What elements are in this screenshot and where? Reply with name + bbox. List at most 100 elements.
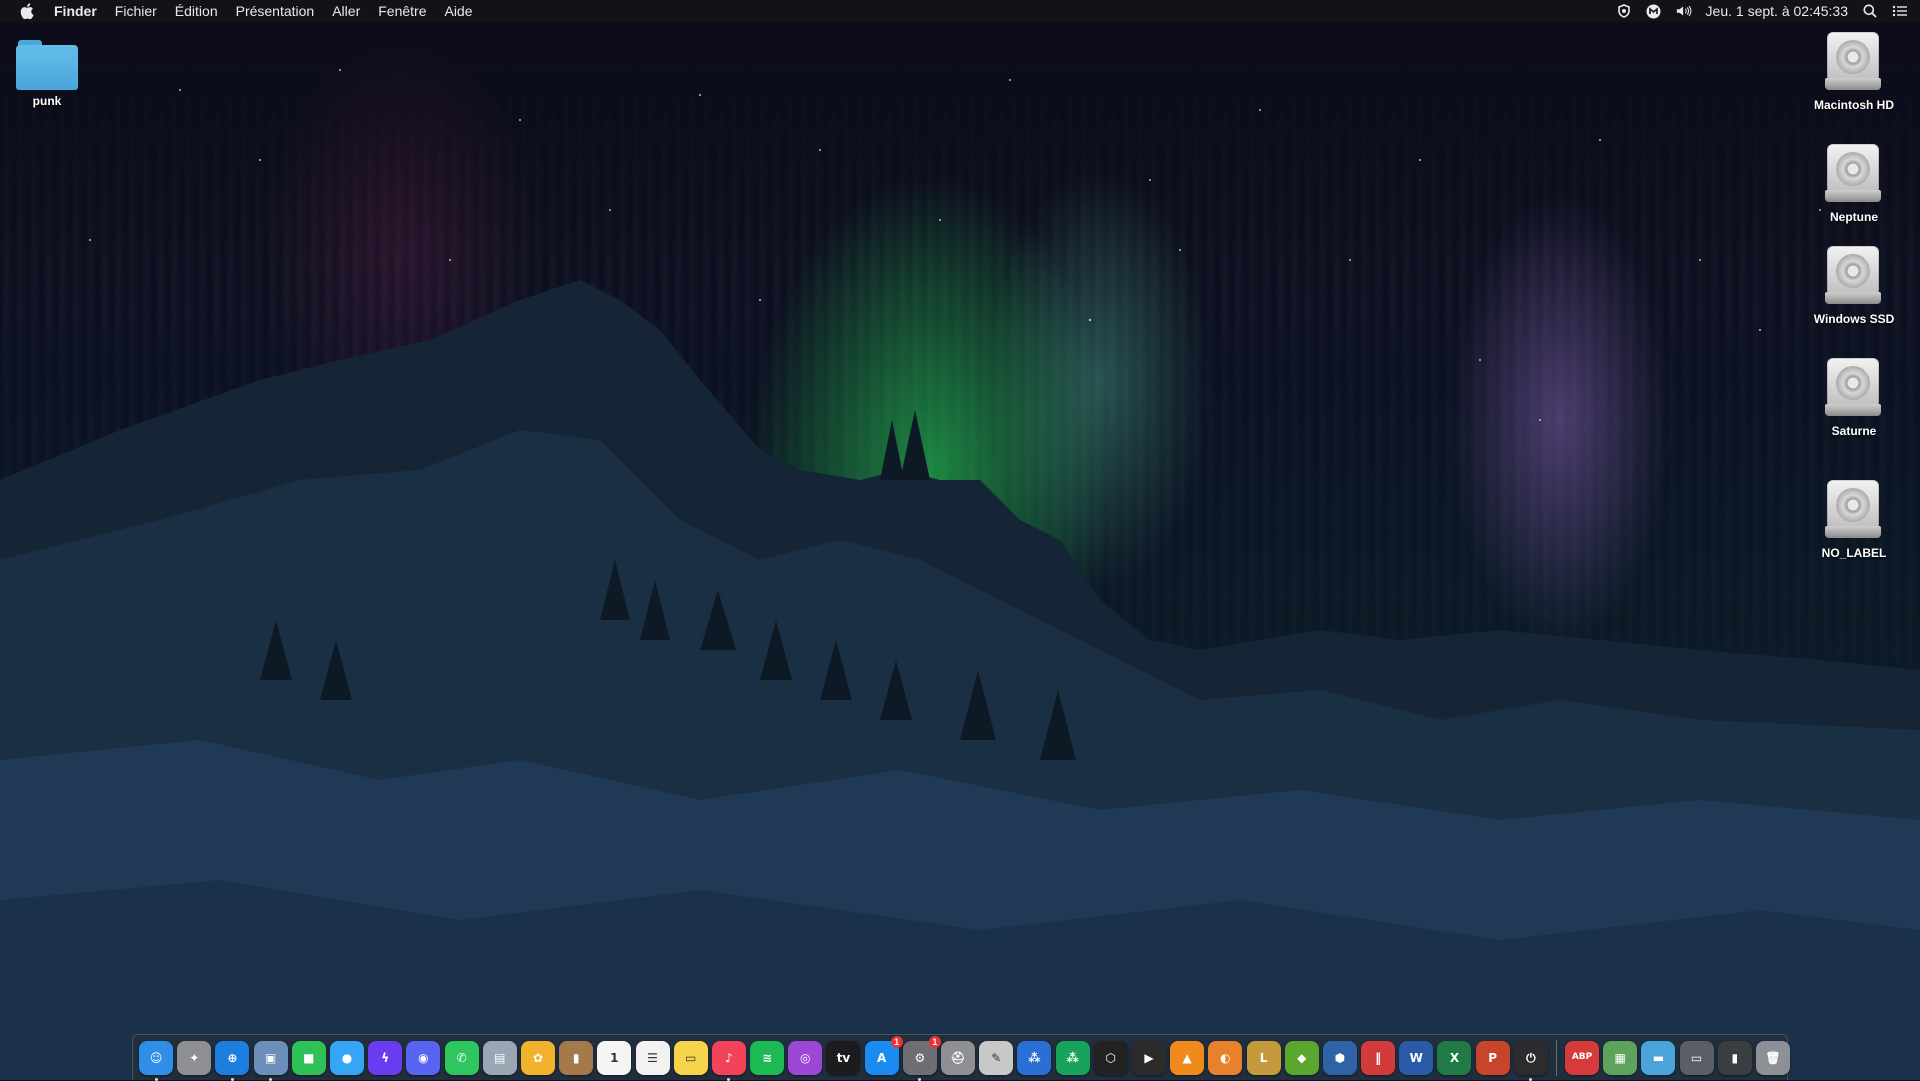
dock-glyph: ■ bbox=[303, 1050, 315, 1065]
dock-glyph: ⬢ bbox=[1334, 1050, 1346, 1065]
running-indicator bbox=[269, 1077, 273, 1081]
desktop-disk-saturne[interactable]: Saturne bbox=[1799, 358, 1909, 438]
dock-glyph: ⁂ bbox=[1066, 1050, 1079, 1065]
dock-glyph: W bbox=[1409, 1050, 1423, 1065]
menu-aller[interactable]: Aller bbox=[332, 3, 360, 19]
apple-menu-icon[interactable] bbox=[20, 3, 34, 19]
menu-app-finder[interactable]: Finder bbox=[54, 3, 97, 19]
dock-glyph: ☺ bbox=[149, 1050, 163, 1065]
dock-glyph: ◎ bbox=[800, 1050, 811, 1065]
dock-glyph: P bbox=[1488, 1050, 1498, 1065]
hard-drive-icon bbox=[1825, 480, 1883, 542]
dock-archive-utility-icon[interactable]: ▦ bbox=[1603, 1040, 1638, 1075]
dock-glyph: ✆ bbox=[456, 1050, 467, 1065]
dock-calendar-icon[interactable]: 1 bbox=[597, 1040, 632, 1075]
dock-glyph: ◆ bbox=[1297, 1050, 1307, 1065]
dock-preview-icon[interactable]: ▣ bbox=[253, 1040, 288, 1081]
desktop-disk-no-label[interactable]: NO_LABEL bbox=[1799, 480, 1909, 560]
dock-discord-icon[interactable]: ◉ bbox=[406, 1040, 441, 1075]
menu-aide[interactable]: Aide bbox=[444, 3, 472, 19]
dock-glyph: ▮ bbox=[1731, 1050, 1739, 1065]
dock-minecraft-icon[interactable]: ◆ bbox=[1284, 1040, 1319, 1075]
dock-apps-stack-icon[interactable]: ▮ bbox=[1717, 1040, 1752, 1075]
dock-script-editor-icon[interactable]: ✎ bbox=[979, 1040, 1014, 1075]
dock-reminders-icon[interactable]: ☰ bbox=[635, 1040, 670, 1075]
dock-glyph: 1 bbox=[610, 1050, 619, 1065]
dock-audio-app-blue-icon[interactable]: ⁂ bbox=[1017, 1040, 1052, 1075]
menu-fichier[interactable]: Fichier bbox=[115, 3, 157, 19]
desktop-icon-label: Saturne bbox=[1831, 424, 1877, 438]
dock-facetime-icon[interactable]: ■ bbox=[291, 1040, 326, 1075]
dock-glyph: 🗑 bbox=[1765, 1050, 1781, 1065]
menu-edition[interactable]: Édition bbox=[175, 3, 218, 19]
dock-glyph: X bbox=[1449, 1050, 1460, 1065]
dock-notes-icon[interactable]: ▭ bbox=[673, 1040, 708, 1075]
desktop-disk-macintosh-hd[interactable]: Macintosh HD bbox=[1799, 32, 1909, 112]
control-center-icon[interactable] bbox=[1892, 3, 1908, 19]
dock-virtualbox-icon[interactable]: ⬢ bbox=[1322, 1040, 1357, 1075]
notification-badge: 1 bbox=[928, 1035, 941, 1048]
dock-glyph: ◐ bbox=[1220, 1050, 1231, 1065]
desktop-folder-punk[interactable]: punk bbox=[0, 40, 102, 108]
mountain-landscape bbox=[0, 69, 1920, 1080]
dock-messenger-icon[interactable]: ϟ bbox=[368, 1040, 403, 1075]
malwarebytes-icon[interactable] bbox=[1646, 3, 1662, 19]
dock-vlc-icon[interactable]: ▲ bbox=[1170, 1040, 1205, 1075]
dock-overwatch-icon[interactable]: ◐ bbox=[1208, 1040, 1243, 1075]
dock-glyph: ⚙ bbox=[914, 1050, 926, 1065]
folder-icon bbox=[16, 40, 78, 90]
dock-glyph: ⊕ bbox=[227, 1050, 238, 1065]
dock-apple-tv-icon[interactable]: tv bbox=[826, 1040, 861, 1075]
dock-parallels-icon[interactable]: ‖ bbox=[1361, 1040, 1396, 1075]
dock-disk-utility-icon[interactable]: ⛑ bbox=[941, 1040, 976, 1075]
dock-adblock-plus-icon[interactable]: ABP bbox=[1565, 1040, 1600, 1075]
dock-excel-icon[interactable]: X bbox=[1437, 1040, 1472, 1075]
menu-fenetre[interactable]: Fenêtre bbox=[378, 3, 426, 19]
dock-glyph: ▬ bbox=[1652, 1050, 1665, 1065]
dock-music-icon[interactable]: ♪ bbox=[711, 1040, 746, 1081]
dock-glyph: ✦ bbox=[189, 1050, 200, 1065]
dock-glyph: ▲ bbox=[1182, 1050, 1192, 1065]
dock-spotify-icon[interactable]: ≋ bbox=[750, 1040, 785, 1075]
menu-presentation[interactable]: Présentation bbox=[236, 3, 315, 19]
dock-trash-icon[interactable]: 🗑 bbox=[1755, 1040, 1790, 1075]
dock-notefile-icon[interactable]: ▮ bbox=[559, 1040, 594, 1075]
dock-glyph: ⛑ bbox=[950, 1050, 966, 1065]
dock-podcasts-icon[interactable]: ◎ bbox=[788, 1040, 823, 1075]
dock-glyph: ▦ bbox=[1614, 1050, 1626, 1065]
dock-final-cut-icon[interactable]: ▶ bbox=[1131, 1040, 1166, 1075]
dock-word-icon[interactable]: W bbox=[1399, 1040, 1434, 1075]
dock-glyph: ◉ bbox=[418, 1050, 429, 1065]
dock-system-stack-icon[interactable]: ▭ bbox=[1679, 1040, 1714, 1075]
dock: ☺ ✦ ⊕ ▣ ■ ● ϟ ◉ ✆ ▤ ✿ ▮ 1 ☰ ▭ ♪ ≋ ◎ tv A 1 ⚙ 1 ⛑ ✎ ⁂ ⁂ ⬡ ▶ ▲ ◐ L ◆ ⬢ ‖ W X P ⏻… bbox=[132, 1034, 1790, 1081]
dock-messages-icon[interactable]: ● bbox=[330, 1040, 365, 1075]
dock-powerpoint-icon[interactable]: P bbox=[1475, 1040, 1510, 1075]
volume-icon[interactable] bbox=[1676, 3, 1692, 19]
vpn-shield-icon[interactable] bbox=[1616, 3, 1632, 19]
notification-badge: 1 bbox=[890, 1035, 903, 1048]
dock-unity-icon[interactable]: ⬡ bbox=[1093, 1040, 1128, 1075]
dock-image-capture-icon[interactable]: ▤ bbox=[482, 1040, 517, 1075]
dock-app-store-icon[interactable]: A1 bbox=[864, 1035, 903, 1075]
dock-time-machine-app-icon[interactable]: ⏻ bbox=[1513, 1040, 1548, 1081]
dock-photos-icon[interactable]: ✿ bbox=[520, 1040, 555, 1075]
desktop-disk-windows-ssd[interactable]: Windows SSD bbox=[1799, 246, 1909, 326]
dock-glyph: ▮ bbox=[572, 1050, 580, 1065]
spotlight-search-icon[interactable] bbox=[1862, 3, 1878, 19]
dock-system-preferences-icon[interactable]: ⚙ 1 bbox=[902, 1035, 941, 1081]
dock-glyph: ✎ bbox=[991, 1050, 1002, 1065]
dock-finder-icon[interactable]: ☺ bbox=[139, 1040, 174, 1081]
running-indicator bbox=[154, 1077, 158, 1081]
dock-glyph: ⏻ bbox=[1526, 1050, 1536, 1065]
dock-glyph: ♪ bbox=[725, 1050, 733, 1065]
menubar-clock[interactable]: Jeu. 1 sept. à 02:45:33 bbox=[1706, 3, 1848, 19]
dock-downloads-folder-icon[interactable]: ▬ bbox=[1641, 1040, 1676, 1075]
running-indicator bbox=[727, 1077, 731, 1081]
dock-whatsapp-icon[interactable]: ✆ bbox=[444, 1040, 479, 1075]
hard-drive-icon bbox=[1825, 358, 1883, 420]
dock-audio-app-green-icon[interactable]: ⁂ bbox=[1055, 1040, 1090, 1075]
dock-safari-icon[interactable]: ⊕ bbox=[215, 1040, 250, 1081]
desktop-disk-neptune[interactable]: Neptune bbox=[1799, 144, 1909, 224]
dock-launchpad-icon[interactable]: ✦ bbox=[177, 1040, 212, 1075]
dock-league-of-legends-icon[interactable]: L bbox=[1246, 1040, 1281, 1075]
